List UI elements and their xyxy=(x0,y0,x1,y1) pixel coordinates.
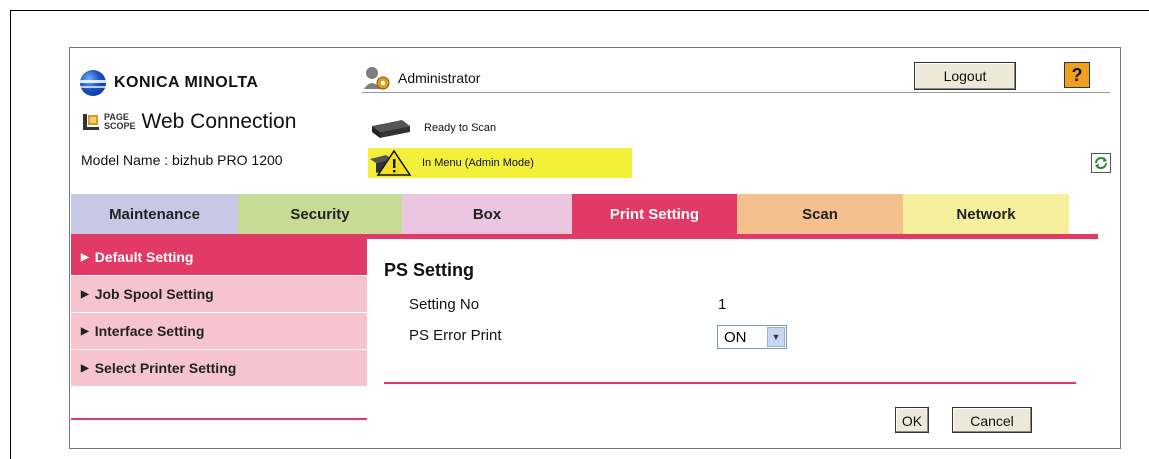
admin-gear-icon xyxy=(362,65,392,91)
sidebar-item-default-setting[interactable]: ▶ Default Setting xyxy=(71,239,367,276)
globe-logo-icon xyxy=(80,70,106,96)
sidebar-divider xyxy=(71,418,367,420)
brand-logo: KONICA MINOLTA xyxy=(80,70,258,96)
warning-status-text: In Menu (Admin Mode) xyxy=(422,157,534,169)
tab-label: Network xyxy=(956,205,1016,223)
arrow-right-icon: ▶ xyxy=(81,362,89,374)
app-name: Web Connection xyxy=(141,110,297,133)
arrow-right-icon: ▶ xyxy=(81,325,89,337)
tab-label: Maintenance xyxy=(109,205,200,223)
pagescope-wordmark: PAGE SCOPE xyxy=(104,113,136,131)
tab-label: Print Setting xyxy=(609,205,700,223)
help-icon[interactable]: ? xyxy=(1064,62,1090,88)
tab-network[interactable]: Network xyxy=(903,194,1069,234)
app-logo: PAGE SCOPE Web Connection xyxy=(82,110,296,134)
sidebar-item-label: Select Printer Setting xyxy=(94,360,237,376)
scanner-icon xyxy=(368,116,412,140)
cancel-button[interactable]: Cancel xyxy=(952,407,1032,433)
tab-security[interactable]: Security xyxy=(238,194,402,234)
warning-icon xyxy=(368,149,412,177)
pagescope-icon xyxy=(82,112,100,132)
ps-error-print-select[interactable]: ON ▼ xyxy=(717,325,787,349)
sidebar: ▶ Default Setting ▶ Job Spool Setting ▶ Int… xyxy=(71,239,367,387)
sidebar-item-label: Default Setting xyxy=(94,249,194,265)
content-divider xyxy=(384,382,1076,384)
sidebar-item-interface-setting[interactable]: ▶ Interface Setting xyxy=(71,313,367,350)
web-connection-panel: KONICA MINOLTA PAGE SCOPE Web Connection… xyxy=(69,47,1121,449)
main-tabs: Maintenance Security Box Print Setting S… xyxy=(71,194,1069,234)
arrow-right-icon: ▶ xyxy=(81,288,89,300)
tab-box[interactable]: Box xyxy=(402,194,572,234)
setting-no-label: Setting No xyxy=(409,296,480,313)
sidebar-item-label: Job Spool Setting xyxy=(94,286,214,302)
page-title: PS Setting xyxy=(384,260,475,280)
sidebar-item-label: Interface Setting xyxy=(94,323,205,339)
scanner-status: Ready to Scan xyxy=(368,116,496,140)
scanner-status-text: Ready to Scan xyxy=(424,122,497,134)
refresh-icon[interactable] xyxy=(1091,153,1111,173)
tab-label: Scan xyxy=(802,205,838,223)
sidebar-item-select-printer-setting[interactable]: ▶ Select Printer Setting xyxy=(71,350,367,387)
arrow-right-icon: ▶ xyxy=(81,251,89,263)
tab-label: Security xyxy=(290,205,350,223)
window-frame: KONICA MINOLTA PAGE SCOPE Web Connection… xyxy=(10,10,1149,459)
pagescope-word-bottom: SCOPE xyxy=(104,121,136,131)
sidebar-item-job-spool-setting[interactable]: ▶ Job Spool Setting xyxy=(71,276,367,313)
ok-button[interactable]: OK xyxy=(895,407,929,433)
tab-label: Box xyxy=(472,205,502,223)
setting-no-value: 1 xyxy=(718,296,727,313)
brand-name: KONICA MINOLTA xyxy=(114,74,259,91)
tab-print-setting[interactable]: Print Setting xyxy=(572,194,737,234)
model-name: Model Name : bizhub PRO 1200 xyxy=(81,152,283,168)
chevron-down-icon[interactable]: ▼ xyxy=(767,327,785,347)
tab-scan[interactable]: Scan xyxy=(737,194,903,234)
user-role: Administrator xyxy=(398,70,481,86)
tab-maintenance[interactable]: Maintenance xyxy=(71,194,238,234)
ps-error-print-value: ON xyxy=(724,328,747,346)
ps-error-print-label: PS Error Print xyxy=(409,327,502,344)
logout-button[interactable]: Logout xyxy=(914,62,1016,90)
warning-status: In Menu (Admin Mode) xyxy=(368,148,632,178)
